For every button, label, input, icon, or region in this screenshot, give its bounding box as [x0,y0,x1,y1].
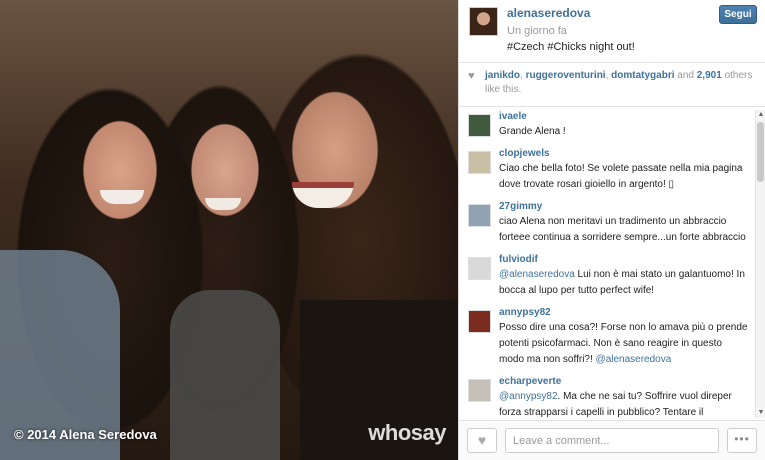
comment-username[interactable]: 27gimmy [499,200,749,214]
post-sidebar: alenaseredova Un giorno fa #Czech #Chick… [458,0,765,460]
post-photo[interactable]: © 2014 Alena Seredova whosay [0,0,458,460]
comment-avatar[interactable] [468,204,491,227]
post-header: alenaseredova Un giorno fa #Czech #Chick… [459,0,765,62]
comment-username[interactable]: ivaele [499,110,749,124]
post-caption: #Czech #Chicks night out! [507,41,635,53]
likes-text: janikdo, ruggeroventurini, domtatygabri … [485,70,753,95]
comment-item: echarpeverte @annypsy82. Ma che ne sai t… [459,375,755,418]
like-user[interactable]: domtatygabri [611,70,674,81]
likes-count[interactable]: 2,901 [697,70,722,81]
comment-item: fulviodif @alenaseredova Lui non è mai s… [459,253,755,299]
comment-bar: ♥ ••• [459,420,765,460]
comment-item: ivaele Grande Alena ! [459,110,755,140]
comment-scrollbar[interactable]: ▲ ▼ [755,110,765,418]
comment-mention[interactable]: @alenaseredova [499,269,575,280]
divider [459,106,765,107]
photo-detail [100,190,144,204]
post-username[interactable]: alenaseredova [507,6,590,20]
comment-avatar[interactable] [468,114,491,137]
likes-summary: ♥ janikdo, ruggeroventurini, domtatygabr… [459,66,765,102]
photo-detail [292,182,354,208]
whosay-logo: whosay [368,420,446,445]
scroll-thumb[interactable] [757,122,764,182]
comment-username[interactable]: fulviodif [499,253,749,267]
comment-text: Ciao che bella foto! Se volete passate n… [499,163,743,190]
comment-username[interactable]: echarpeverte [499,375,749,389]
comment-username[interactable]: annypsy82 [499,306,749,320]
comment-username[interactable]: clopjewels [499,147,749,161]
scroll-down-icon[interactable]: ▼ [756,408,765,418]
photo-copyright: © 2014 Alena Seredova [14,427,157,442]
heart-icon: ♥ [477,432,487,448]
heart-icon: ♥ [468,70,475,82]
comment-avatar[interactable] [468,379,491,402]
post-time: Un giorno fa [507,25,567,37]
photo-figure [170,290,280,460]
like-user[interactable]: ruggeroventurini [526,70,606,81]
follow-button[interactable]: Segui [719,5,757,24]
scroll-up-icon[interactable]: ▲ [756,110,765,120]
comment-item: 27gimmy ciao Alena non meritavi un tradi… [459,200,755,246]
more-options-button[interactable]: ••• [727,428,757,453]
photo-detail [205,198,241,210]
divider [459,62,765,63]
avatar[interactable] [469,7,498,36]
comment-mention[interactable]: @alenaseredova [596,354,672,365]
comment-input[interactable] [505,428,719,453]
comment-list: ivaele Grande Alena ! clopjewels Ciao ch… [459,110,755,418]
comment-item: annypsy82 Posso dire una cosa?! Forse no… [459,306,755,368]
comment-text: @annypsy82. Ma che ne sai tu? Soffrire v… [499,389,749,418]
comment-text: @alenaseredova Lui non è mai stato un ga… [499,267,749,299]
comment-text: Posso dire una cosa?! Forse non lo amava… [499,320,749,368]
comment-mention[interactable]: @annypsy82 [499,391,558,402]
comment-item: clopjewels Ciao che bella foto! Se volet… [459,147,755,193]
comment-text: Grande Alena ! [499,126,566,137]
comment-avatar[interactable] [468,257,491,280]
like-user[interactable]: janikdo [485,70,520,81]
comment-avatar[interactable] [468,151,491,174]
comment-text: ciao Alena non meritavi un tradimento un… [499,216,746,243]
likes-and: and [677,70,694,81]
like-button[interactable]: ♥ [467,428,497,453]
comment-avatar[interactable] [468,310,491,333]
